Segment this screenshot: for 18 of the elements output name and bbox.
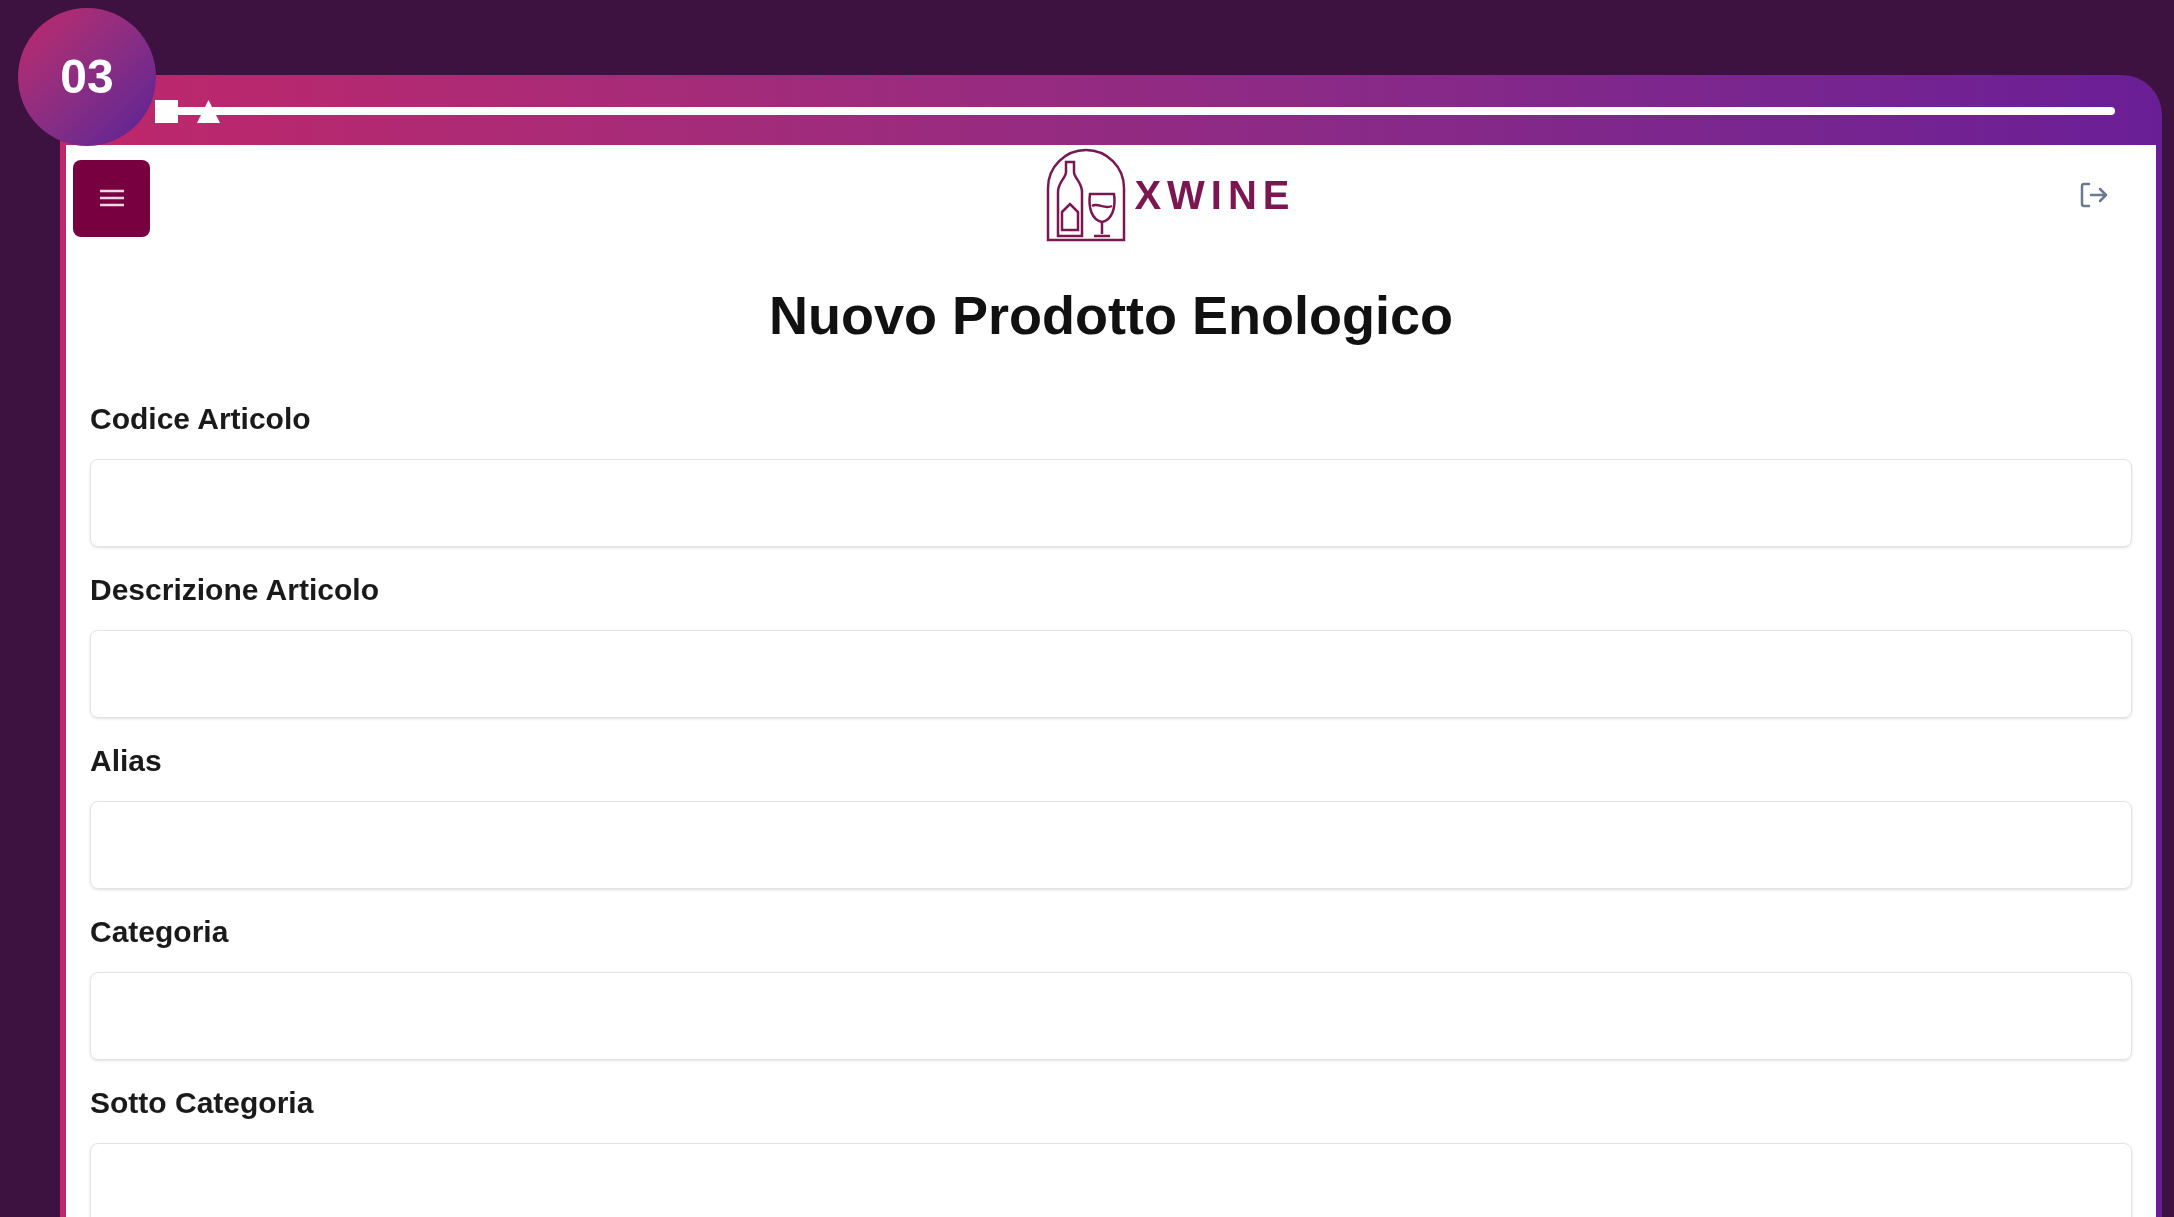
field-label: Categoria (90, 914, 230, 950)
input-field[interactable] (90, 1143, 2132, 1217)
logout-icon[interactable] (2080, 182, 2108, 208)
logo-text: XWINE (1134, 172, 1296, 219)
menu-icon (98, 189, 125, 207)
field-label: Descrizione Articolo (90, 572, 380, 608)
input-field[interactable] (90, 630, 2132, 718)
page-title: Nuovo Prodotto Enologico (768, 284, 1454, 347)
input-field[interactable] (90, 459, 2132, 547)
input-field[interactable] (90, 801, 2132, 889)
step-number: 03 (60, 49, 114, 105)
field-label: Codice Articolo (90, 401, 312, 437)
triangle-icon (197, 100, 220, 123)
field-label: Alias (90, 743, 163, 779)
square-icon (155, 100, 178, 123)
menu-button[interactable] (73, 159, 150, 237)
input-field[interactable] (90, 972, 2132, 1060)
field-label: Sotto Categoria (90, 1085, 315, 1121)
